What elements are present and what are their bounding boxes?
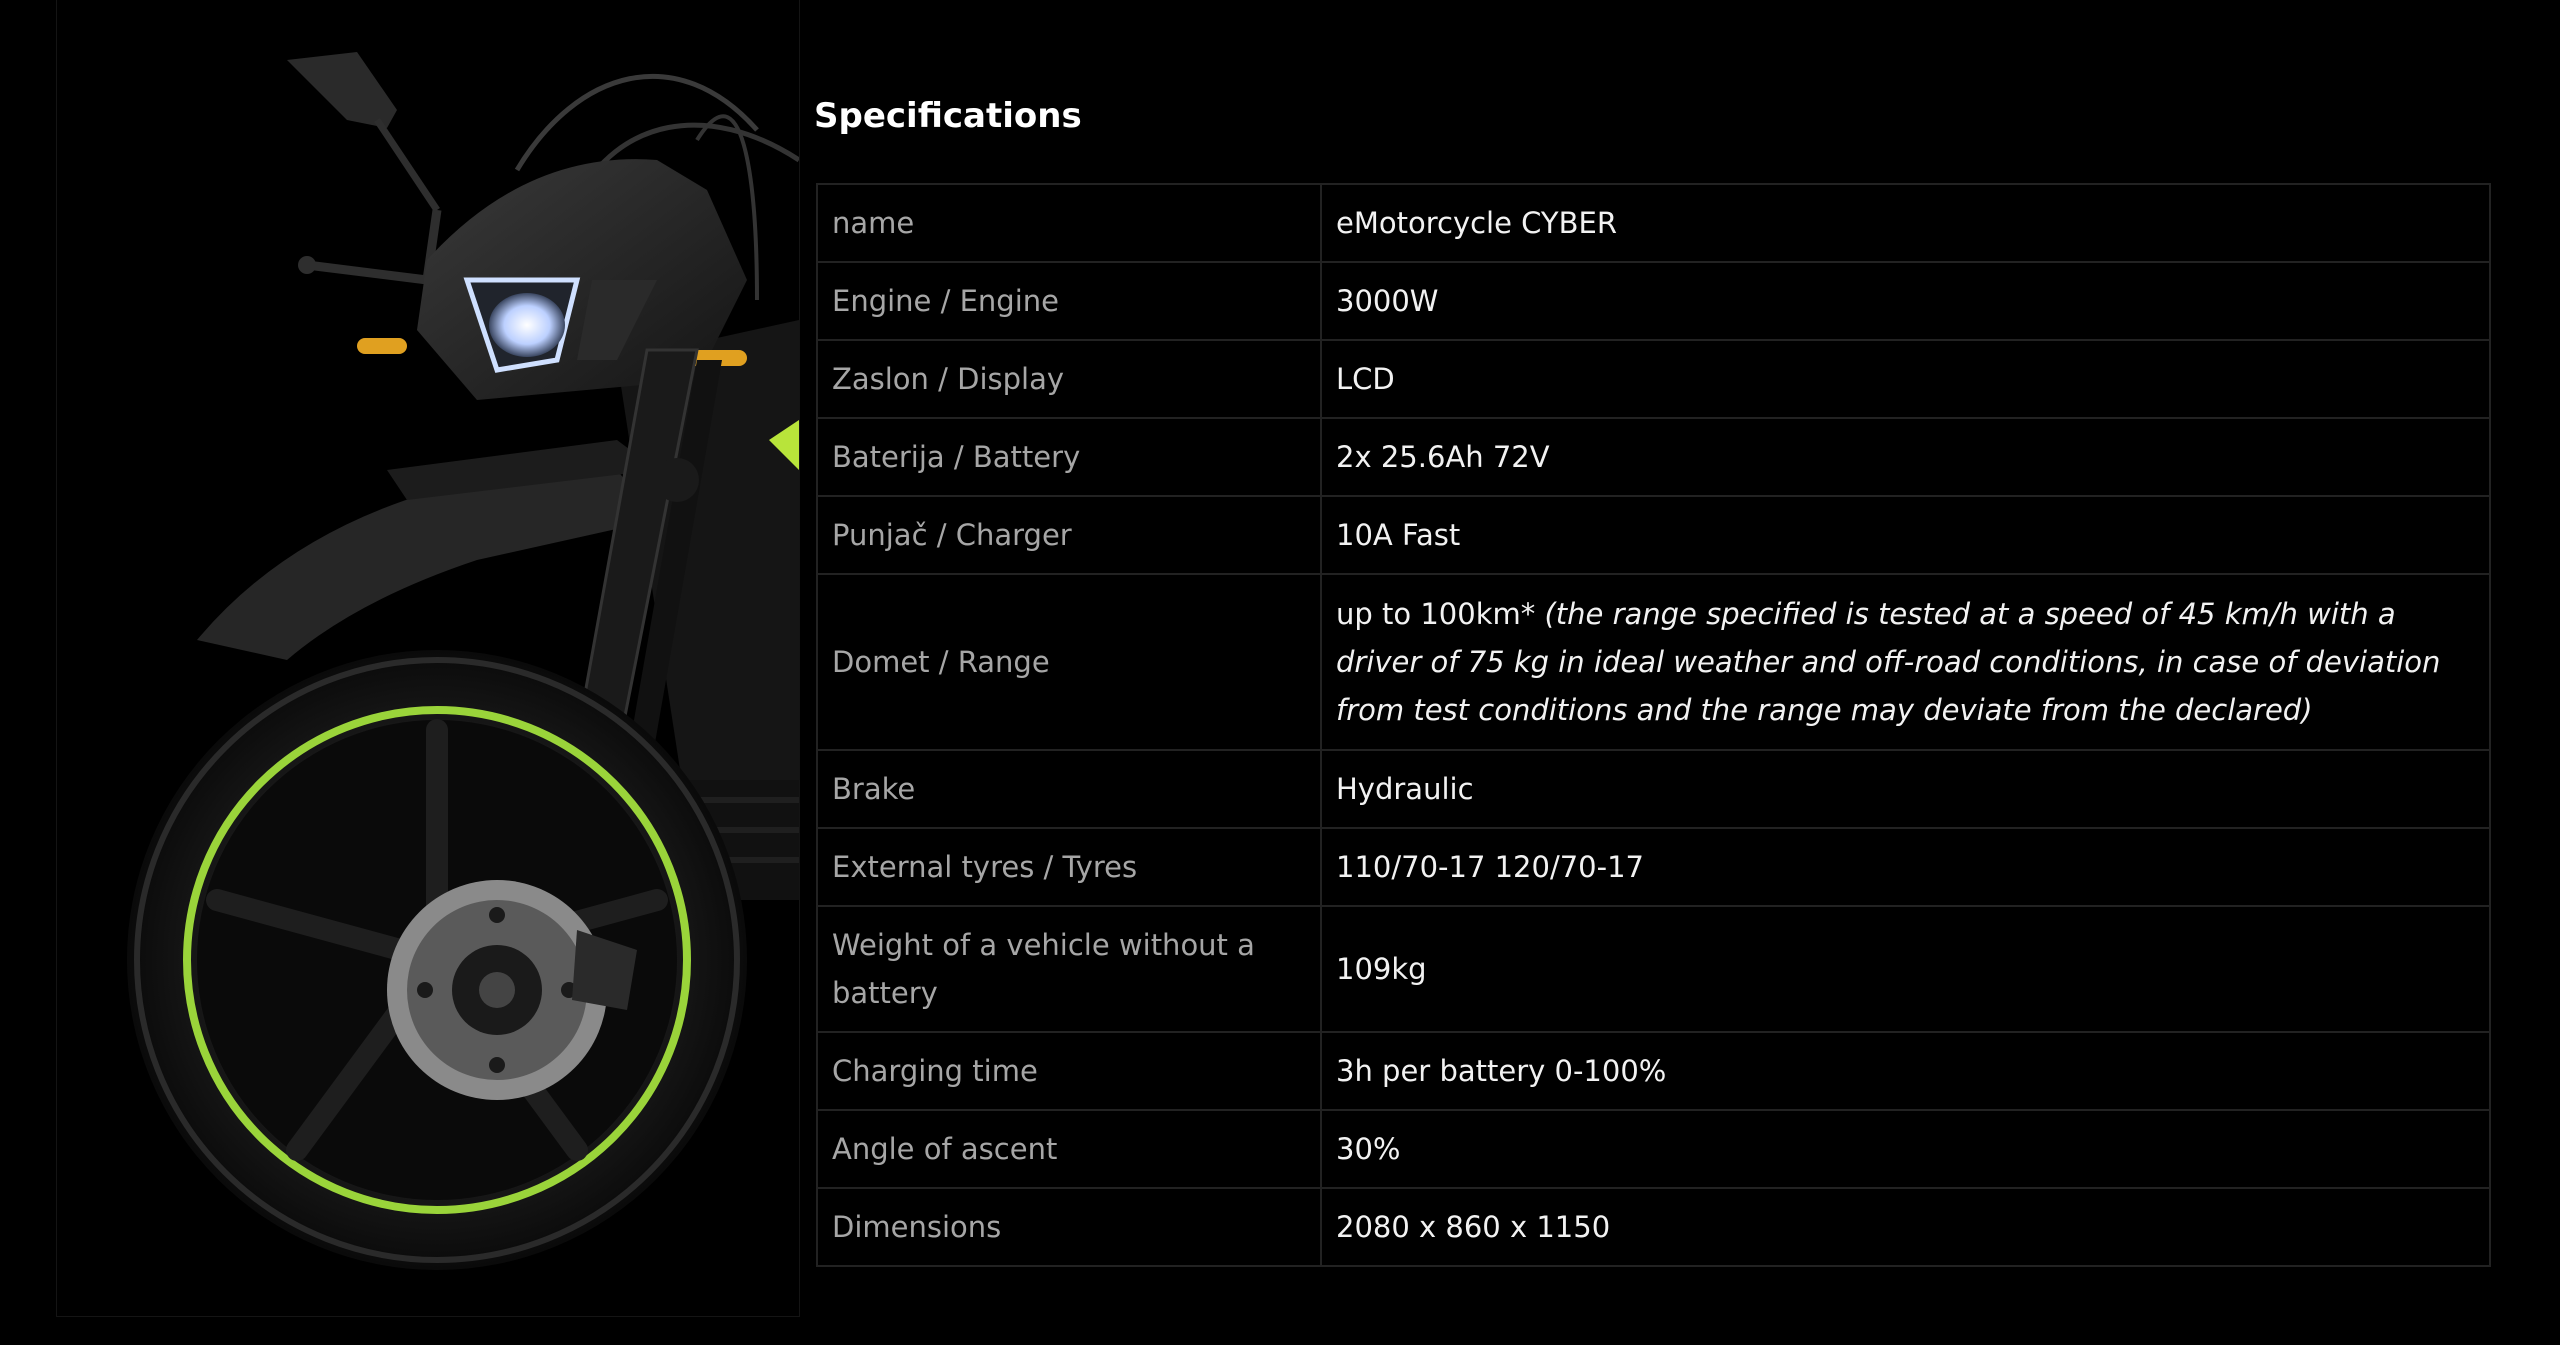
spec-label: Charging time xyxy=(816,1031,1322,1111)
spec-label: Engine / Engine xyxy=(816,261,1322,341)
spec-value-range: up to 100km* (the range specified is tes… xyxy=(1320,573,2491,751)
spec-label: Zaslon / Display xyxy=(816,339,1322,419)
spec-table: name eMotorcycle CYBER Engine / Engine 3… xyxy=(816,183,2491,1267)
table-row: Zaslon / Display LCD xyxy=(816,339,2491,419)
range-value: up to 100km* xyxy=(1336,597,1536,631)
spec-value: 2x 25.6Ah 72V xyxy=(1320,417,2491,497)
spec-value: 3000W xyxy=(1320,261,2491,341)
spec-label: External tyres / Tyres xyxy=(816,827,1322,907)
spec-value: Hydraulic xyxy=(1320,749,2491,829)
motorcycle-illustration xyxy=(127,52,799,1270)
table-row: Brake Hydraulic xyxy=(816,749,2491,829)
spec-value: LCD xyxy=(1320,339,2491,419)
headlight-shape xyxy=(489,293,565,357)
table-row: External tyres / Tyres 110/70-17 120/70-… xyxy=(816,827,2491,907)
spec-label: Brake xyxy=(816,749,1322,829)
spec-value: 109kg xyxy=(1320,905,2491,1033)
table-row: Angle of ascent 30% xyxy=(816,1109,2491,1189)
table-row: Charging time 3h per battery 0-100% xyxy=(816,1031,2491,1111)
table-row: name eMotorcycle CYBER xyxy=(816,183,2491,263)
spec-value: 110/70-17 120/70-17 xyxy=(1320,827,2491,907)
spec-label: Domet / Range xyxy=(816,573,1322,751)
table-row: Dimensions 2080 x 860 x 1150 xyxy=(816,1187,2491,1267)
table-row: Punjač / Charger 10A Fast xyxy=(816,495,2491,575)
page: Specifications name eMotorcycle CYBER En… xyxy=(0,0,2560,1345)
spec-label: Weight of a vehicle without a battery xyxy=(816,905,1322,1033)
product-image xyxy=(56,0,800,1317)
table-row: Baterija / Battery 2x 25.6Ah 72V xyxy=(816,417,2491,497)
mirror-shape xyxy=(287,52,397,128)
specifications-title: Specifications xyxy=(814,96,1082,136)
fender-shape xyxy=(197,470,657,660)
spec-value: 10A Fast xyxy=(1320,495,2491,575)
table-row: Weight of a vehicle without a battery 10… xyxy=(816,905,2491,1033)
spec-label: Baterija / Battery xyxy=(816,417,1322,497)
spec-label: Punjač / Charger xyxy=(816,495,1322,575)
spec-label: Dimensions xyxy=(816,1187,1322,1267)
table-row: Domet / Range up to 100km* (the range sp… xyxy=(816,573,2491,751)
table-row: Engine / Engine 3000W xyxy=(816,261,2491,341)
spec-label: name xyxy=(816,183,1322,263)
spec-value: eMotorcycle CYBER xyxy=(1320,183,2491,263)
spec-value: 30% xyxy=(1320,1109,2491,1189)
spec-value: 3h per battery 0-100% xyxy=(1320,1031,2491,1111)
spec-value: 2080 x 860 x 1150 xyxy=(1320,1187,2491,1267)
spec-label: Angle of ascent xyxy=(816,1109,1322,1189)
